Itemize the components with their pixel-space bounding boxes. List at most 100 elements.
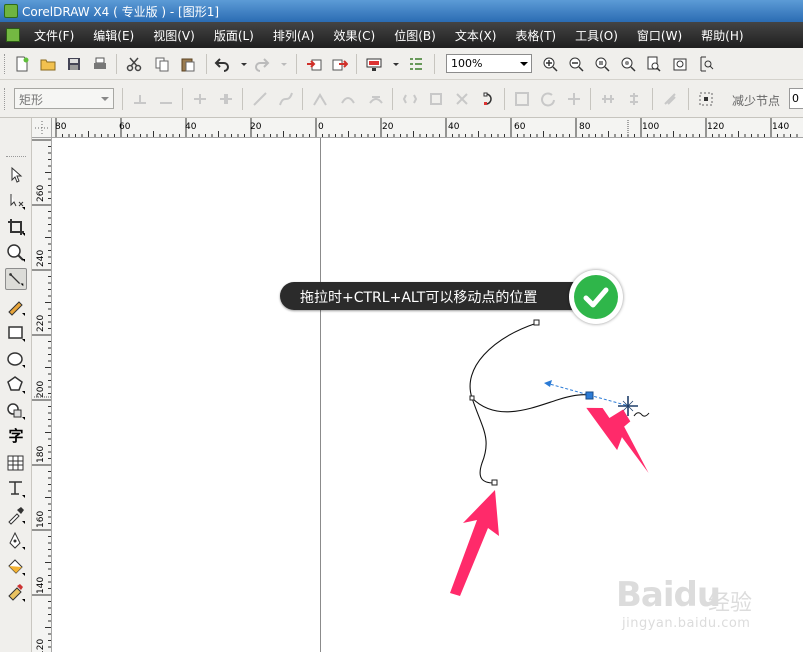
- launcher-dropdown-icon[interactable]: [388, 56, 404, 72]
- break-curve-icon[interactable]: [218, 91, 234, 107]
- auto-close-curve-icon[interactable]: [480, 91, 496, 107]
- extend-curve-to-close-icon[interactable]: [428, 91, 444, 107]
- import-icon[interactable]: [306, 56, 322, 72]
- smart-fill-tool-button[interactable]: [5, 268, 27, 290]
- dimension-tool-icon[interactable]: [5, 478, 27, 500]
- polygon-tool-icon[interactable]: [5, 374, 27, 396]
- cut-icon[interactable]: [126, 56, 142, 72]
- menu-help[interactable]: 帮助(H): [701, 27, 743, 44]
- menu-bar: 文件(F) 编辑(E) 视图(V) 版面(L) 排列(A) 效果(C) 位图(B…: [0, 22, 803, 48]
- fill-tool-icon[interactable]: [5, 556, 27, 578]
- copy-icon[interactable]: [154, 56, 170, 72]
- toolbar-grip[interactable]: [4, 54, 7, 74]
- menu-arrange[interactable]: 排列(A): [273, 27, 315, 44]
- control-handle-arrow[interactable]: [544, 380, 552, 387]
- zoom-in-icon[interactable]: [542, 56, 558, 72]
- vertical-ruler[interactable]: 260 240 220 200 180 160 140 120: [32, 138, 52, 652]
- ellipse-tool-icon[interactable]: [5, 348, 27, 370]
- freehand-tool-icon: [9, 273, 24, 287]
- application-launcher-icon[interactable]: [366, 56, 382, 72]
- separator: [182, 88, 183, 110]
- undo-icon[interactable]: [214, 56, 230, 72]
- curve-node[interactable]: [533, 319, 540, 326]
- reflect-nodes-icon[interactable]: [566, 91, 582, 107]
- convert-to-curve-icon[interactable]: [278, 91, 294, 107]
- menu-bitmaps[interactable]: 位图(B): [394, 27, 436, 44]
- outline-pen-tool-icon[interactable]: [5, 530, 27, 552]
- tip-banner: 拖拉时+CTRL+ALT可以移动点的位置: [280, 282, 590, 310]
- save-icon[interactable]: [66, 56, 82, 72]
- zoom-to-selected-icon[interactable]: [594, 56, 610, 72]
- join-nodes-icon[interactable]: [192, 91, 208, 107]
- interactive-fill-tool-icon[interactable]: [5, 582, 27, 604]
- ruler-h-label: 120: [707, 122, 724, 132]
- add-node-icon[interactable]: [132, 91, 148, 107]
- ruler-v-label: 160: [36, 511, 46, 528]
- curve-left-path[interactable]: [469, 322, 538, 484]
- separator: [116, 54, 117, 74]
- chevron-down-icon: [101, 97, 109, 101]
- extract-subpath-icon[interactable]: [454, 91, 470, 107]
- export-icon[interactable]: [332, 56, 348, 72]
- redo-icon[interactable]: [254, 56, 270, 72]
- print-icon[interactable]: [92, 56, 108, 72]
- stretch-scale-nodes-icon[interactable]: [514, 91, 530, 107]
- toolbox-grip[interactable]: [6, 156, 26, 158]
- align-nodes-horizontal-icon[interactable]: [600, 91, 616, 107]
- curve-node[interactable]: [491, 479, 498, 486]
- open-folder-icon[interactable]: [40, 56, 56, 72]
- separator: [392, 88, 393, 110]
- zoom-to-all-objects-icon[interactable]: [620, 56, 636, 72]
- eyedropper-tool-icon[interactable]: [5, 504, 27, 526]
- checkmark-circle: [574, 275, 618, 319]
- new-document-icon[interactable]: [14, 56, 30, 72]
- menu-effects[interactable]: 效果(C): [333, 27, 375, 44]
- rectangle-tool-icon[interactable]: [5, 322, 27, 344]
- menu-tools[interactable]: 工具(O): [575, 27, 618, 44]
- shape-type-select[interactable]: 矩形: [14, 88, 114, 109]
- document-icon[interactable]: [6, 28, 20, 42]
- zoom-level-select[interactable]: 100%: [446, 54, 532, 73]
- zoom-tool-icon[interactable]: [5, 242, 27, 264]
- zoom-out-icon[interactable]: [568, 56, 584, 72]
- paste-icon[interactable]: [180, 56, 196, 72]
- menu-edit[interactable]: 编辑(E): [93, 27, 134, 44]
- zoom-to-page-width-icon[interactable]: [672, 56, 688, 72]
- menu-table[interactable]: 表格(T): [515, 27, 556, 44]
- undo-dropdown-icon[interactable]: [236, 56, 252, 72]
- make-node-smooth-icon[interactable]: [340, 91, 356, 107]
- menu-window[interactable]: 窗口(W): [637, 27, 682, 44]
- menu-file[interactable]: 文件(F): [34, 27, 74, 44]
- menu-text[interactable]: 文本(X): [455, 27, 497, 44]
- zoom-to-page-icon[interactable]: [646, 56, 662, 72]
- reverse-direction-icon[interactable]: [402, 91, 418, 107]
- align-nodes-vertical-icon[interactable]: [626, 91, 642, 107]
- ruler-h-label: 80: [579, 122, 591, 132]
- reduce-nodes-input[interactable]: 0: [789, 88, 803, 109]
- table-tool-icon[interactable]: [5, 452, 27, 474]
- convert-to-line-icon[interactable]: [252, 91, 268, 107]
- select-all-nodes-icon[interactable]: [698, 91, 714, 107]
- horizontal-ruler[interactable]: 80 60 40 20 0 20 40 60 80 100 120 140: [52, 118, 803, 138]
- curve-right-path[interactable]: [471, 394, 590, 413]
- basic-shapes-tool-icon[interactable]: [5, 400, 27, 422]
- elastic-mode-icon[interactable]: [662, 91, 678, 107]
- crop-tool-icon[interactable]: [5, 216, 27, 238]
- property-bar-grip[interactable]: [4, 88, 7, 110]
- selected-node[interactable]: [585, 391, 594, 400]
- text-tool-icon[interactable]: 字: [5, 426, 27, 448]
- redo-dropdown-icon[interactable]: [276, 56, 292, 72]
- make-node-symmetrical-icon[interactable]: [368, 91, 384, 107]
- delete-node-icon[interactable]: [158, 91, 174, 107]
- rotate-skew-nodes-icon[interactable]: [540, 91, 556, 107]
- curve-node[interactable]: [469, 395, 475, 401]
- smart-drawing-tool-icon[interactable]: [5, 296, 27, 318]
- zoom-to-page-height-icon[interactable]: [698, 56, 714, 72]
- menu-layout[interactable]: 版面(L): [214, 27, 254, 44]
- pick-tool-icon[interactable]: [5, 164, 27, 186]
- shape-edit-tool-icon[interactable]: [5, 190, 27, 212]
- menu-view[interactable]: 视图(V): [153, 27, 195, 44]
- make-node-cusp-icon[interactable]: [312, 91, 328, 107]
- ruler-origin-corner[interactable]: [32, 118, 52, 138]
- welcome-screen-icon[interactable]: [408, 56, 424, 72]
